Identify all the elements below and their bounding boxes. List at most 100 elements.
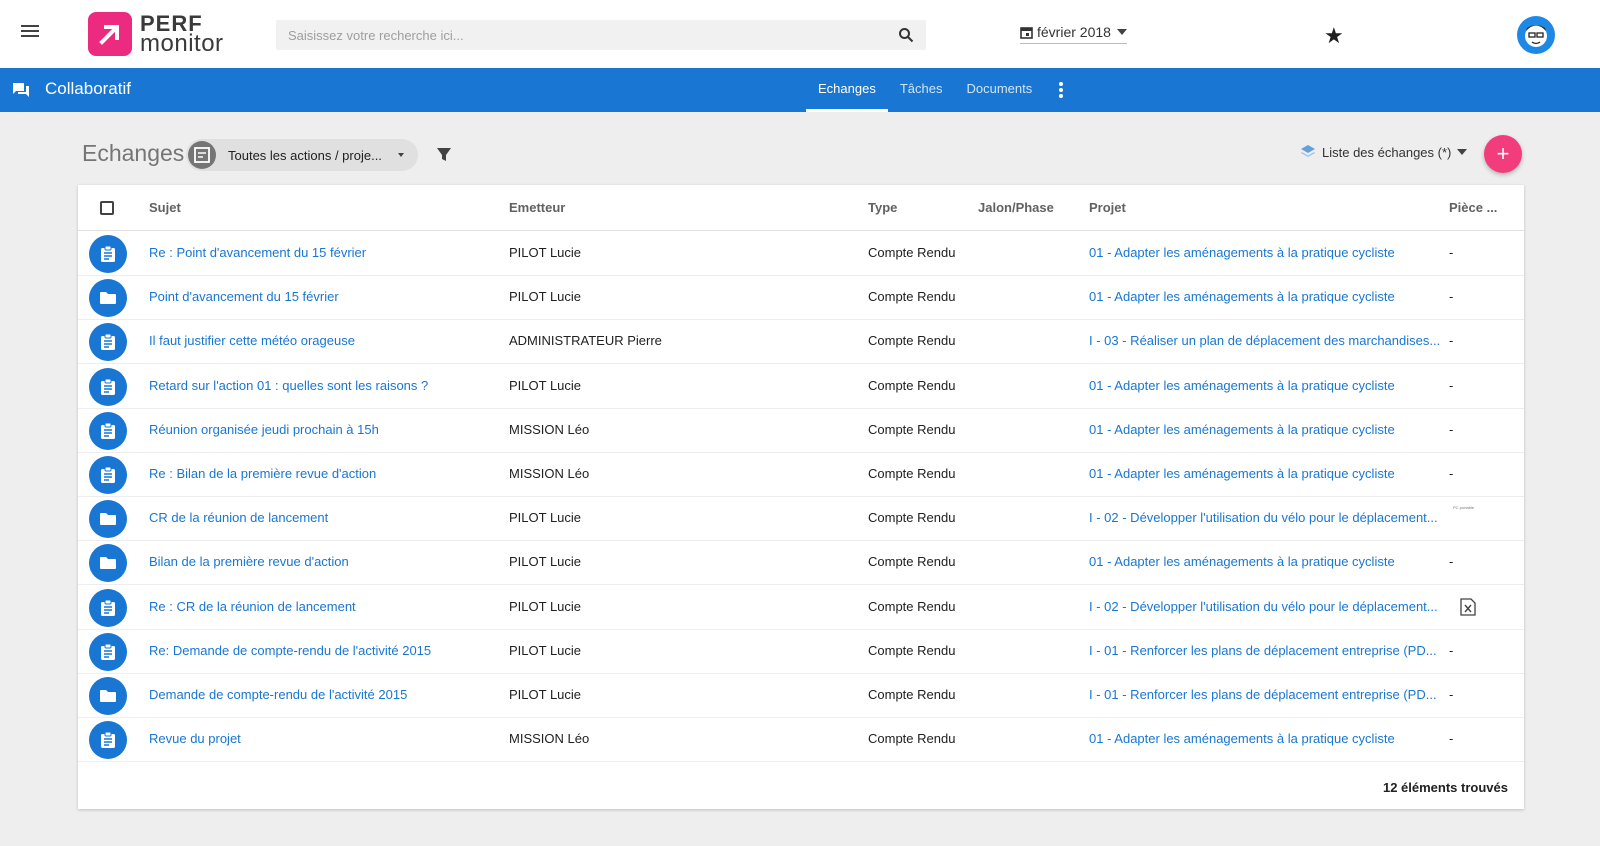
scope-selector-chip[interactable]: Toutes les actions / proje... bbox=[186, 139, 418, 171]
header-attachment[interactable]: Pièce ... bbox=[1449, 200, 1497, 215]
layers-icon bbox=[1301, 145, 1315, 157]
page-title: Echanges bbox=[82, 140, 185, 166]
row-project-link[interactable]: 01 - Adapter les aménagements à la prati… bbox=[1089, 289, 1441, 304]
row-sender: MISSION Léo bbox=[509, 466, 590, 481]
header-sender[interactable]: Emetteur bbox=[509, 200, 565, 215]
row-subject-link[interactable]: Bilan de la première revue d'action bbox=[149, 554, 489, 569]
row-subject-link[interactable]: CR de la réunion de lancement bbox=[149, 510, 489, 525]
hamburger-menu-icon[interactable] bbox=[18, 22, 42, 46]
row-project-link[interactable]: 01 - Adapter les aménagements à la prati… bbox=[1089, 245, 1441, 260]
row-sender: PILOT Lucie bbox=[509, 289, 582, 305]
tab-documents[interactable]: Documents bbox=[954, 68, 1044, 112]
row-type: Compte Rendu bbox=[868, 642, 956, 658]
favorite-star-icon[interactable]: ★ bbox=[1324, 25, 1344, 47]
table-row[interactable]: Bilan de la première revue d'action PILOT… bbox=[78, 540, 1524, 586]
row-type: Compte Rendu bbox=[868, 687, 956, 702]
row-sender: ADMINISTRATEUR Pierre bbox=[509, 333, 662, 349]
table-row[interactable]: Re: Demande de compte-rendu de l'activit… bbox=[78, 629, 1524, 674]
row-subject-link[interactable]: Revue du projet bbox=[149, 731, 489, 746]
row-subject-link[interactable]: Retard sur l'action 01 : quelles sont le… bbox=[149, 378, 489, 393]
scope-label: Toutes les actions / proje... bbox=[228, 147, 382, 163]
folder-icon[interactable] bbox=[89, 677, 127, 715]
table-row[interactable]: Point d'avancement du 15 février PILOT Lu… bbox=[78, 275, 1524, 321]
row-project-link[interactable]: I - 01 - Renforcer les plans de déplacem… bbox=[1089, 687, 1441, 702]
select-all-checkbox[interactable] bbox=[100, 201, 114, 215]
row-sender: PILOT Lucie bbox=[509, 642, 582, 658]
clipboard-icon[interactable] bbox=[89, 456, 127, 494]
chevron-down-icon bbox=[1116, 29, 1127, 35]
clipboard-icon[interactable] bbox=[89, 632, 127, 671]
table-row[interactable]: Revue du projet MISSION Léo Compte Rendu 01… bbox=[78, 717, 1524, 763]
app-logo[interactable]: PERF monitor bbox=[88, 12, 224, 56]
row-subject-link[interactable]: Re: Demande de compte-rendu de l'activit… bbox=[149, 643, 489, 658]
row-project-link[interactable]: 01 - Adapter les aménagements à la prati… bbox=[1089, 422, 1441, 437]
clipboard-icon[interactable] bbox=[89, 588, 127, 627]
search-input[interactable] bbox=[288, 27, 898, 43]
row-subject-link[interactable]: Re : Bilan de la première revue d'action bbox=[149, 466, 489, 481]
filter-icon[interactable] bbox=[436, 147, 452, 163]
row-project-link[interactable]: 01 - Adapter les aménagements à la prati… bbox=[1089, 378, 1441, 393]
row-type: Compte Rendu bbox=[868, 289, 956, 305]
header-type[interactable]: Type bbox=[868, 200, 897, 215]
attachment-thumbnail[interactable]: PC portable bbox=[1453, 505, 1489, 531]
table-row[interactable]: Re : Point d'avancement du 15 février PIL… bbox=[78, 231, 1524, 276]
row-project-link[interactable]: I - 02 - Développer l'utilisation du vél… bbox=[1089, 510, 1441, 525]
tab-taches[interactable]: Tâches bbox=[888, 68, 955, 112]
row-type: Compte Rendu bbox=[868, 245, 956, 260]
clipboard-icon[interactable] bbox=[89, 367, 127, 406]
header-milestone[interactable]: Jalon/Phase bbox=[978, 200, 1054, 215]
clipboard-icon[interactable] bbox=[89, 235, 127, 273]
row-attachment: - bbox=[1449, 421, 1454, 437]
more-options-icon[interactable] bbox=[1058, 81, 1064, 99]
table-row[interactable]: Re : Bilan de la première revue d'action… bbox=[78, 452, 1524, 497]
table-row[interactable]: Il faut justifier cette météo orageuse AD… bbox=[78, 319, 1524, 365]
row-subject-link[interactable]: Re : Point d'avancement du 15 février bbox=[149, 245, 489, 260]
row-project-link[interactable]: I - 02 - Développer l'utilisation du vél… bbox=[1089, 599, 1441, 614]
row-project-link[interactable]: 01 - Adapter les aménagements à la prati… bbox=[1089, 731, 1441, 746]
clipboard-icon[interactable] bbox=[89, 323, 127, 362]
tab-echanges[interactable]: Echanges bbox=[806, 68, 888, 112]
clipboard-icon[interactable] bbox=[89, 411, 127, 450]
folder-icon[interactable] bbox=[89, 279, 127, 318]
row-attachment: - bbox=[1449, 687, 1454, 702]
table-row[interactable]: Re : CR de la réunion de lancement PILOT … bbox=[78, 585, 1524, 630]
folder-icon[interactable] bbox=[89, 544, 127, 583]
row-attachment: - bbox=[1449, 245, 1454, 260]
folder-icon[interactable] bbox=[89, 500, 127, 539]
row-project-link[interactable]: 01 - Adapter les aménagements à la prati… bbox=[1089, 554, 1441, 569]
period-selector[interactable]: février 2018 bbox=[1020, 24, 1127, 44]
row-project-link[interactable]: 01 - Adapter les aménagements à la prati… bbox=[1089, 466, 1441, 481]
row-attachment: - bbox=[1449, 642, 1454, 658]
search-icon[interactable] bbox=[898, 27, 914, 43]
row-attachment: - bbox=[1449, 466, 1454, 481]
table-row[interactable]: Demande de compte-rendu de l'activité 20… bbox=[78, 673, 1524, 718]
header-subject[interactable]: Sujet bbox=[149, 200, 181, 215]
table-row[interactable]: Réunion organisée jeudi prochain à 15h MI… bbox=[78, 408, 1524, 453]
add-exchange-button[interactable]: + bbox=[1484, 135, 1522, 173]
row-sender: PILOT Lucie bbox=[509, 687, 582, 702]
row-project-link[interactable]: I - 03 - Réaliser un plan de déplacement… bbox=[1089, 333, 1441, 348]
row-subject-link[interactable]: Il faut justifier cette météo orageuse bbox=[149, 333, 489, 348]
user-avatar[interactable] bbox=[1517, 16, 1555, 54]
table-row[interactable]: Retard sur l'action 01 : quelles sont le… bbox=[78, 364, 1524, 409]
chat-icon bbox=[13, 83, 29, 97]
clipboard-icon[interactable] bbox=[89, 721, 127, 760]
table-row[interactable]: CR de la réunion de lancement PILOT Lucie… bbox=[78, 496, 1524, 542]
chevron-down-icon bbox=[1457, 149, 1468, 155]
row-type: Compte Rendu bbox=[868, 554, 956, 570]
header-project[interactable]: Projet bbox=[1089, 200, 1126, 215]
row-subject-link[interactable]: Re : CR de la réunion de lancement bbox=[149, 599, 489, 614]
row-subject-link[interactable]: Point d'avancement du 15 février bbox=[149, 289, 489, 304]
row-type: Compte Rendu bbox=[868, 333, 956, 349]
exchanges-table: Sujet Emetteur Type Jalon/Phase Projet P… bbox=[78, 185, 1524, 809]
row-attachment: - bbox=[1449, 554, 1454, 570]
view-selector[interactable]: Liste des échanges (*) bbox=[1300, 144, 1468, 160]
row-sender: PILOT Lucie bbox=[509, 554, 582, 570]
row-subject-link[interactable]: Demande de compte-rendu de l'activité 20… bbox=[149, 687, 489, 702]
row-subject-link[interactable]: Réunion organisée jeudi prochain à 15h bbox=[149, 422, 489, 437]
row-project-link[interactable]: I - 01 - Renforcer les plans de déplacem… bbox=[1089, 643, 1441, 658]
row-type: Compte Rendu bbox=[868, 466, 956, 481]
row-sender: PILOT Lucie bbox=[509, 510, 582, 526]
excel-file-icon[interactable] bbox=[1460, 597, 1476, 616]
row-type: Compte Rendu bbox=[868, 377, 956, 393]
